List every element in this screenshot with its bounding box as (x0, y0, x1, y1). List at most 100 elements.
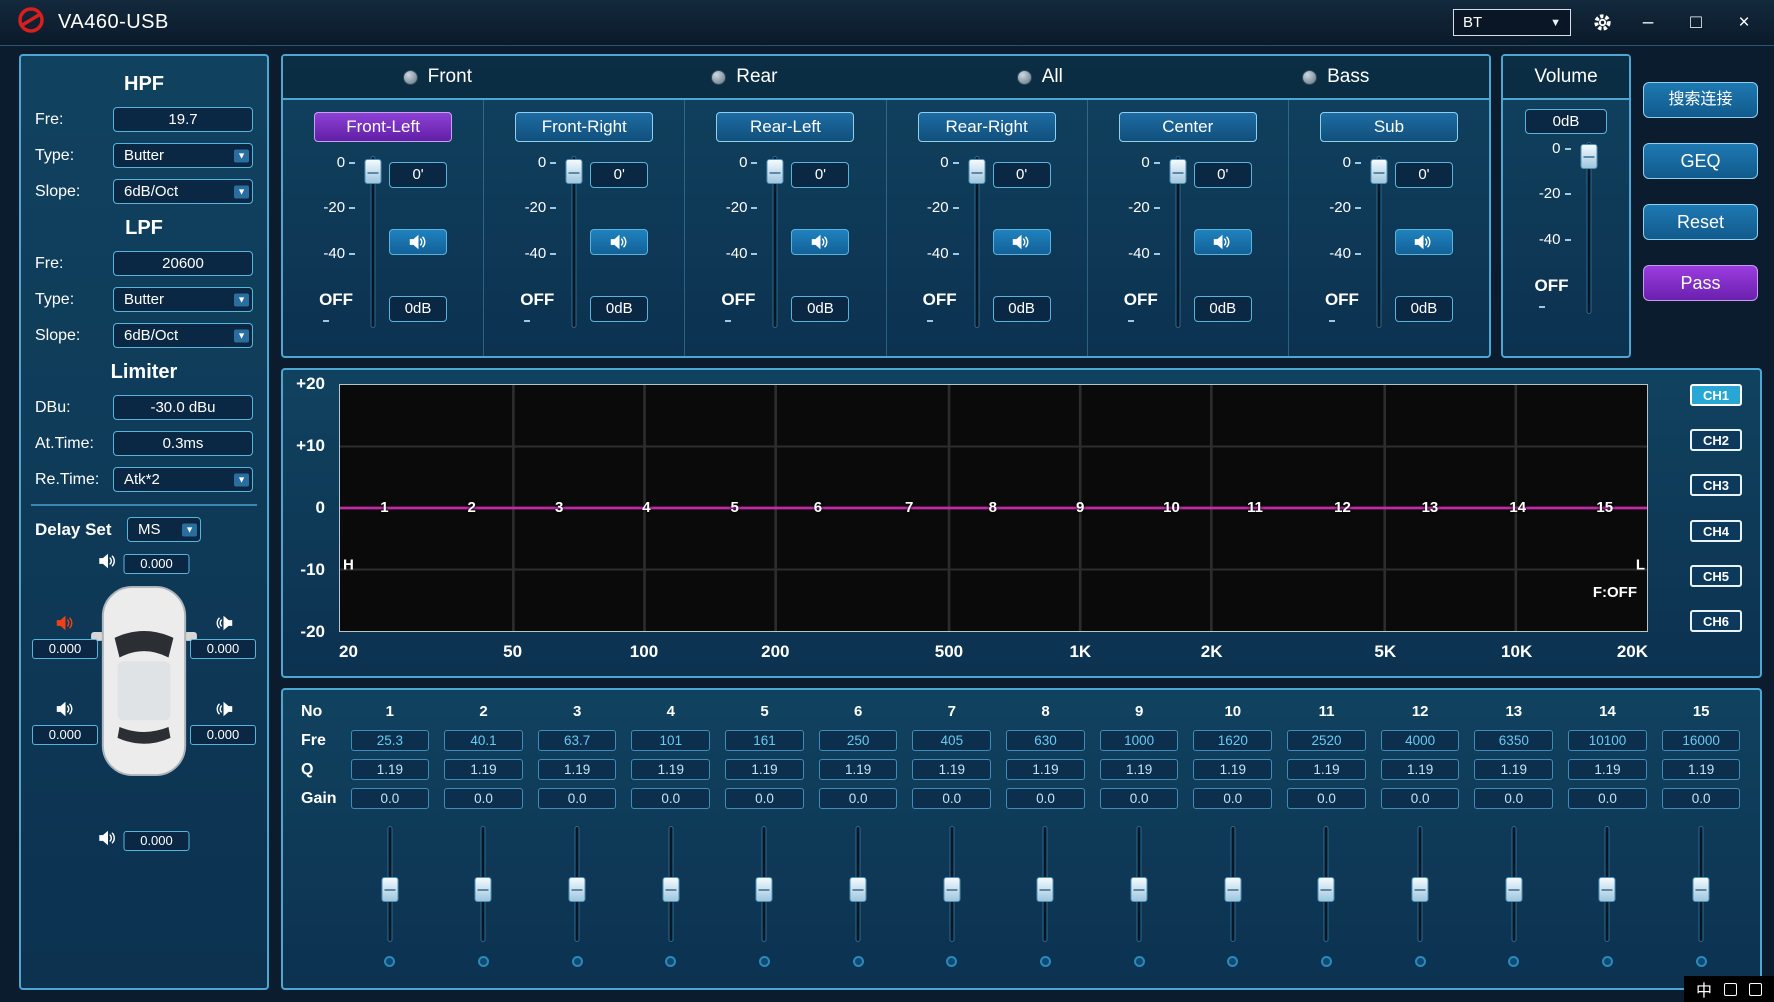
limiter-dbu-input[interactable]: -30.0 dBu (113, 395, 253, 420)
mute-button[interactable] (590, 229, 648, 255)
band-gain-value[interactable]: 0.0 (1568, 788, 1647, 809)
band-gain-slider[interactable] (1130, 824, 1148, 944)
band-gain-value[interactable]: 0.0 (1193, 788, 1272, 809)
slider-handle[interactable] (1370, 159, 1387, 184)
maximize-button[interactable]: □ (1682, 12, 1710, 34)
hpf-marker[interactable]: H (343, 556, 354, 573)
band-fre-value[interactable]: 10100 (1568, 730, 1647, 751)
band-gain-slider[interactable] (755, 824, 773, 944)
band-fre-value[interactable]: 1000 (1100, 730, 1179, 751)
eq-curve-plot[interactable]: 123456789101112131415F:OFFHL (339, 384, 1648, 632)
band-q-value[interactable]: 1.19 (819, 759, 898, 780)
limiter-release-select[interactable]: Atk*2 ▼ (113, 467, 253, 492)
close-button[interactable]: × (1730, 12, 1758, 34)
band-gain-slider[interactable] (381, 824, 399, 944)
slider-handle[interactable] (1169, 159, 1186, 184)
band-fre-value[interactable]: 25.3 (351, 730, 430, 751)
band-fre-value[interactable]: 2520 (1287, 730, 1366, 751)
band-gain-slider[interactable] (1692, 824, 1710, 944)
band-enable-dot[interactable] (572, 956, 583, 967)
search-connect-button[interactable]: 搜索连接 (1643, 82, 1758, 118)
slider-handle[interactable] (1318, 877, 1335, 902)
slider-handle[interactable] (1580, 144, 1597, 169)
slider-handle[interactable] (569, 877, 586, 902)
slider-handle[interactable] (1599, 877, 1616, 902)
band-fre-value[interactable]: 40.1 (444, 730, 523, 751)
gain-button[interactable]: 0dB (791, 296, 849, 322)
band-enable-dot[interactable] (1321, 956, 1332, 967)
gain-button[interactable]: 0dB (1194, 296, 1252, 322)
front-left-delay-value[interactable]: 0.000 (32, 639, 98, 659)
band-gain-value[interactable]: 0.0 (1474, 788, 1553, 809)
band-fre-value[interactable]: 250 (819, 730, 898, 751)
hpf-type-select[interactable]: Butter ▼ (113, 143, 253, 168)
band-enable-dot[interactable] (665, 956, 676, 967)
ime-language-mode[interactable]: 中 (1696, 977, 1712, 1001)
band-fre-value[interactable]: 1620 (1193, 730, 1272, 751)
phase-button[interactable]: 0' (791, 162, 849, 188)
front-center-delay-value[interactable]: 0.000 (124, 554, 190, 574)
slider-handle[interactable] (943, 877, 960, 902)
ime-icon[interactable] (1724, 983, 1737, 996)
channel-select-ch2[interactable]: CH2 (1690, 429, 1742, 451)
band-fre-value[interactable]: 16000 (1662, 730, 1741, 751)
band-enable-dot[interactable] (759, 956, 770, 967)
radio-icon[interactable] (711, 70, 726, 85)
band-enable-dot[interactable] (1040, 956, 1051, 967)
band-enable-dot[interactable] (478, 956, 489, 967)
band-gain-slider[interactable] (662, 824, 680, 944)
band-gain-slider[interactable] (1317, 824, 1335, 944)
slider-handle[interactable] (566, 159, 583, 184)
band-enable-dot[interactable] (1134, 956, 1145, 967)
band-gain-value[interactable]: 0.0 (912, 788, 991, 809)
eq-point-3[interactable]: 3 (555, 499, 563, 516)
channel-select-ch3[interactable]: CH3 (1690, 474, 1742, 496)
band-q-value[interactable]: 1.19 (1100, 759, 1179, 780)
eq-point-10[interactable]: 10 (1163, 499, 1180, 516)
band-gain-value[interactable]: 0.0 (538, 788, 617, 809)
channel-button-rear-right[interactable]: Rear-Right (918, 112, 1056, 142)
band-q-value[interactable]: 1.19 (1568, 759, 1647, 780)
slider-handle[interactable] (1505, 877, 1522, 902)
group-tab-all[interactable]: All (1017, 66, 1063, 88)
band-q-value[interactable]: 1.19 (912, 759, 991, 780)
reset-button[interactable]: Reset (1643, 204, 1758, 240)
band-q-value[interactable]: 1.19 (538, 759, 617, 780)
eq-point-11[interactable]: 11 (1247, 499, 1263, 516)
eq-point-2[interactable]: 2 (467, 499, 475, 516)
band-gain-slider[interactable] (1036, 824, 1054, 944)
slider-handle[interactable] (381, 877, 398, 902)
band-q-value[interactable]: 1.19 (725, 759, 804, 780)
band-q-value[interactable]: 1.19 (351, 759, 430, 780)
band-enable-dot[interactable] (1508, 956, 1519, 967)
hpf-slope-select[interactable]: 6dB/Oct ▼ (113, 179, 253, 204)
band-gain-value[interactable]: 0.0 (1006, 788, 1085, 809)
band-gain-slider[interactable] (474, 824, 492, 944)
radio-icon[interactable] (403, 70, 418, 85)
slider-handle[interactable] (1037, 877, 1054, 902)
band-enable-dot[interactable] (946, 956, 957, 967)
gain-button[interactable]: 0dB (590, 296, 648, 322)
geq-button[interactable]: GEQ (1643, 143, 1758, 179)
channel-select-ch1[interactable]: CH1 (1690, 384, 1742, 406)
slider-handle[interactable] (475, 877, 492, 902)
slider-handle[interactable] (1412, 877, 1429, 902)
band-fre-value[interactable]: 63.7 (538, 730, 617, 751)
channel-button-center[interactable]: Center (1119, 112, 1257, 142)
volume-value[interactable]: 0dB (1525, 109, 1607, 134)
band-fre-value[interactable]: 161 (725, 730, 804, 751)
slider-handle[interactable] (662, 877, 679, 902)
band-gain-slider[interactable] (849, 824, 867, 944)
slider-handle[interactable] (756, 877, 773, 902)
delay-unit-select[interactable]: MS ▼ (127, 517, 201, 542)
band-q-value[interactable]: 1.19 (631, 759, 710, 780)
eq-point-8[interactable]: 8 (989, 499, 997, 516)
slider-handle[interactable] (1224, 877, 1241, 902)
band-fre-value[interactable]: 4000 (1381, 730, 1460, 751)
slider-handle[interactable] (1693, 877, 1710, 902)
rear-center-delay-value[interactable]: 0.000 (124, 831, 190, 851)
eq-point-9[interactable]: 9 (1076, 499, 1084, 516)
channel-button-sub[interactable]: Sub (1320, 112, 1458, 142)
band-gain-value[interactable]: 0.0 (1381, 788, 1460, 809)
front-right-delay-value[interactable]: 0.000 (190, 639, 256, 659)
